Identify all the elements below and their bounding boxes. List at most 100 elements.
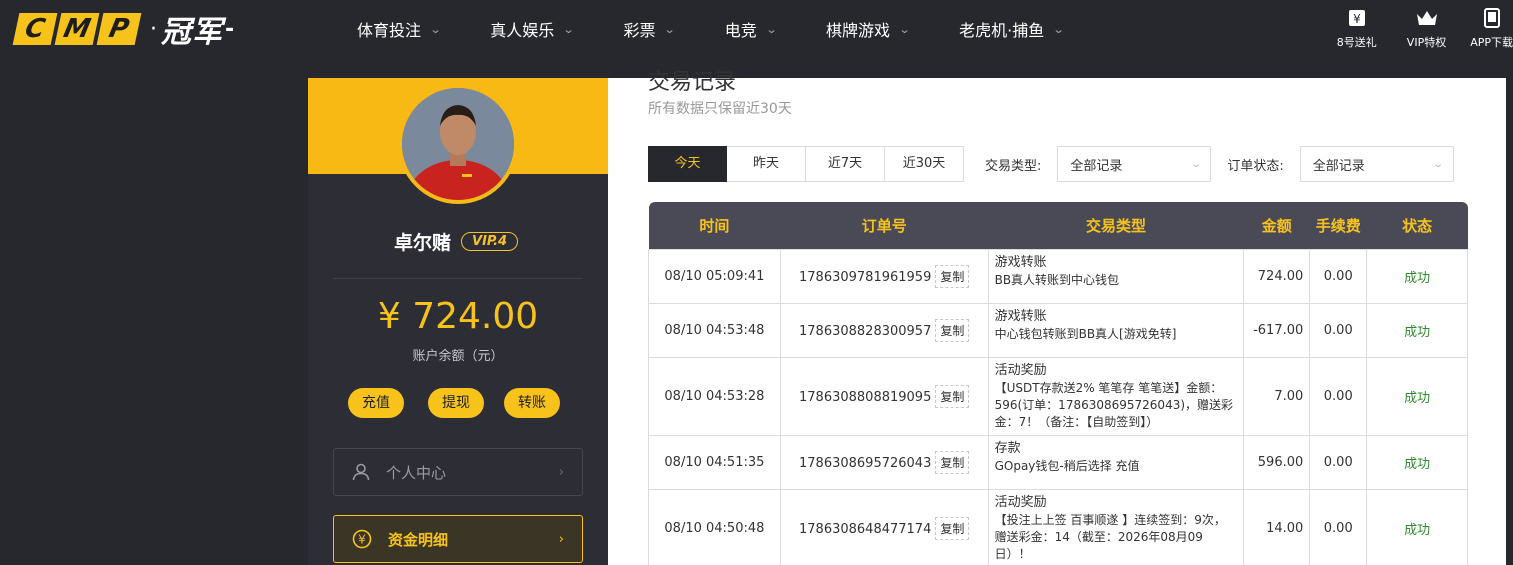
tab-yesterday[interactable]: 昨天 xyxy=(727,146,806,182)
cell-amount: 596.00 xyxy=(1243,434,1311,490)
nav-item-esports[interactable]: 电竞 ⌄ xyxy=(724,17,778,41)
vip-link[interactable]: VIP特权 xyxy=(1407,8,1446,50)
chevron-down-icon: ⌄ xyxy=(1433,158,1445,170)
type-name: 活动奖励 xyxy=(994,362,1047,378)
type-name: 游戏转账 xyxy=(994,254,1047,270)
nav-item-slots-fishing[interactable]: 老虎机·捕鱼 ⌄ xyxy=(959,17,1065,41)
cell-type: 存款 GOpay钱包-稍后选择 充值 xyxy=(987,434,1245,490)
menu-label: 个人中心 xyxy=(386,463,447,482)
copy-button[interactable]: 复制 xyxy=(935,450,970,474)
menu-fund-details[interactable]: ¥ 资金明细 › xyxy=(333,515,583,563)
nav-item-label: 彩票 xyxy=(623,21,656,40)
type-desc: 中心钱包转账到BB真人[游戏免转] xyxy=(994,326,1177,341)
copy-button[interactable]: 复制 xyxy=(935,318,970,342)
nav-item-label: 体育投注 xyxy=(357,21,422,40)
type-name: 游戏转账 xyxy=(994,308,1047,324)
gift-link-label: 8号送礼 xyxy=(1336,36,1377,49)
order-number: 1786308808819095 xyxy=(799,389,932,405)
cell-amount: 14.00 xyxy=(1243,488,1311,565)
balance-label: 账户余额（元） xyxy=(412,349,504,364)
nav-item-sports[interactable]: 体育投注 ⌄ xyxy=(357,17,442,41)
tab-last-7-days[interactable]: 近7天 xyxy=(806,146,885,182)
type-desc: GOpay钱包-稍后选择 充值 xyxy=(994,458,1140,473)
header-order-no: 订单号 xyxy=(861,216,907,235)
cell-status: 成功 xyxy=(1366,302,1468,358)
cell-type: 游戏转账中心钱包转账到BB真人[游戏免转] xyxy=(987,302,1245,358)
order-number: 1786308828300957 xyxy=(799,323,932,339)
cell-order: 1786308648477174 复制 xyxy=(779,488,989,565)
user-icon xyxy=(352,463,370,481)
phone-icon xyxy=(1483,8,1500,28)
nav-item-live-casino[interactable]: 真人娱乐 ⌄ xyxy=(490,17,575,41)
menu-label: 资金明细 xyxy=(388,530,449,549)
brand-logo[interactable]: C M P · 冠军 - xyxy=(12,12,235,50)
wallet-actions: 充值 提现 转账 xyxy=(348,388,580,418)
page-scrollbar[interactable] xyxy=(1506,58,1513,565)
status-filter-label: 订单状态: xyxy=(1227,158,1284,174)
select-value: 全部记录 xyxy=(1070,158,1123,174)
type-desc: 【USDT存款送2% 笔笔存 笔笔送】金额：596(订单：17863086957… xyxy=(994,380,1234,429)
nav-item-label: 老虎机·捕鱼 xyxy=(959,21,1045,40)
copy-button[interactable]: 复制 xyxy=(935,384,970,408)
tab-last-30-days[interactable]: 近30天 xyxy=(885,146,964,182)
gift-icon: ¥ xyxy=(1348,10,1365,26)
nav-item-card-games[interactable]: 棋牌游戏 ⌄ xyxy=(826,17,911,41)
yuan-coin-icon: ¥ xyxy=(352,529,372,549)
chevron-down-icon: ⌄ xyxy=(765,22,778,36)
menu-personal-center[interactable]: 个人中心 › xyxy=(333,448,583,496)
type-name: 存款 xyxy=(994,440,1021,456)
nav-right-links: ¥ 8号送礼 VIP特权 APP下载 xyxy=(1307,8,1513,50)
transaction-records-panel: 交易记录 所有数据只保留近30天 今天 昨天 近7天 近30天 交易类型: 全部… xyxy=(608,70,1506,565)
header-type: 交易类型 xyxy=(1085,216,1146,235)
chevron-down-icon: ⌄ xyxy=(562,22,575,36)
cell-time: 08/10 04:51:35 xyxy=(648,434,781,490)
cell-amount: 7.00 xyxy=(1243,356,1311,436)
table-row: 08/10 04:53:48 1786308828300957 复制 游戏转账中心… xyxy=(648,302,1468,358)
logo-letter-c: C xyxy=(12,13,58,45)
cell-time: 08/10 05:09:41 xyxy=(648,248,781,304)
divider xyxy=(333,278,583,279)
order-number: 1786308695726043 xyxy=(799,455,932,471)
chevron-down-icon: ⌄ xyxy=(1052,22,1065,36)
status-filter-select[interactable]: 全部记录 ⌄ xyxy=(1299,146,1454,182)
type-filter-select[interactable]: 全部记录 ⌄ xyxy=(1057,146,1212,182)
main-nav: 体育投注 ⌄ 真人娱乐 ⌄ 彩票 ⌄ 电竞 ⌄ 棋牌游戏 ⌄ 老虎机·捕鱼 ⌄ xyxy=(340,0,1065,58)
nav-item-label: 电竞 xyxy=(724,21,757,40)
cell-fee: 0.00 xyxy=(1309,488,1368,565)
deposit-button[interactable]: 充值 xyxy=(348,388,404,418)
balance-amount: ¥ 724.00 xyxy=(377,296,539,337)
withdraw-button[interactable]: 提现 xyxy=(428,388,484,418)
table-row: 08/10 05:09:41 1786309781961959 复制 游戏转账 BB… xyxy=(648,248,1468,304)
chevron-down-icon: ⌄ xyxy=(664,22,677,36)
avatar-photo xyxy=(402,88,514,200)
cell-status: 成功 xyxy=(1366,434,1468,490)
cell-fee: 0.00 xyxy=(1309,248,1368,304)
cell-fee: 0.00 xyxy=(1309,302,1368,358)
gift-link[interactable]: ¥ 8号送礼 xyxy=(1337,8,1377,50)
tab-today[interactable]: 今天 xyxy=(648,146,727,182)
transfer-button[interactable]: 转账 xyxy=(504,388,560,418)
logo-dash: - xyxy=(225,16,235,42)
cell-order: 1786308808819095 复制 xyxy=(779,356,989,436)
cell-type: 游戏转账 BB真人转账到中心钱包 xyxy=(987,248,1245,304)
logo-letter-p: P xyxy=(96,13,142,45)
table-row: 08/10 04:50:48 1786308648477174 复制 活动奖励 【投… xyxy=(648,488,1468,565)
header-fee: 手续费 xyxy=(1315,216,1361,235)
cell-time: 08/10 04:53:48 xyxy=(648,302,781,358)
nav-item-lottery[interactable]: 彩票 ⌄ xyxy=(623,17,677,41)
app-download-link[interactable]: APP下载 xyxy=(1470,8,1513,50)
cell-type: 活动奖励【投注上上签 百事顺遂 】连续签到：9次，赠送彩金：14（截至：2026… xyxy=(987,488,1245,565)
top-navbar: C M P · 冠军 - 体育投注 ⌄ 真人娱乐 ⌄ 彩票 ⌄ 电竞 ⌄ 棋牌游… xyxy=(0,0,1513,58)
type-desc: 【投注上上签 百事顺遂 】连续签到：9次，赠送彩金：14（截至：2026年08月… xyxy=(994,512,1226,561)
type-name: 活动奖励 xyxy=(994,494,1047,510)
order-number: 1786308648477174 xyxy=(799,521,932,537)
type-filter-label: 交易类型: xyxy=(985,158,1042,174)
copy-button[interactable]: 复制 xyxy=(935,516,970,540)
select-value: 全部记录 xyxy=(1312,158,1365,174)
chevron-right-icon: › xyxy=(558,531,564,547)
cmp-letters: C M P xyxy=(12,13,142,45)
retention-notice: 所有数据只保留近30天 xyxy=(648,101,792,117)
transactions-table: 时间 订单号 交易类型 金额 手续费 状态 08/10 05:09:41 178… xyxy=(648,202,1468,565)
avatar xyxy=(398,84,518,204)
copy-button[interactable]: 复制 xyxy=(935,264,970,288)
